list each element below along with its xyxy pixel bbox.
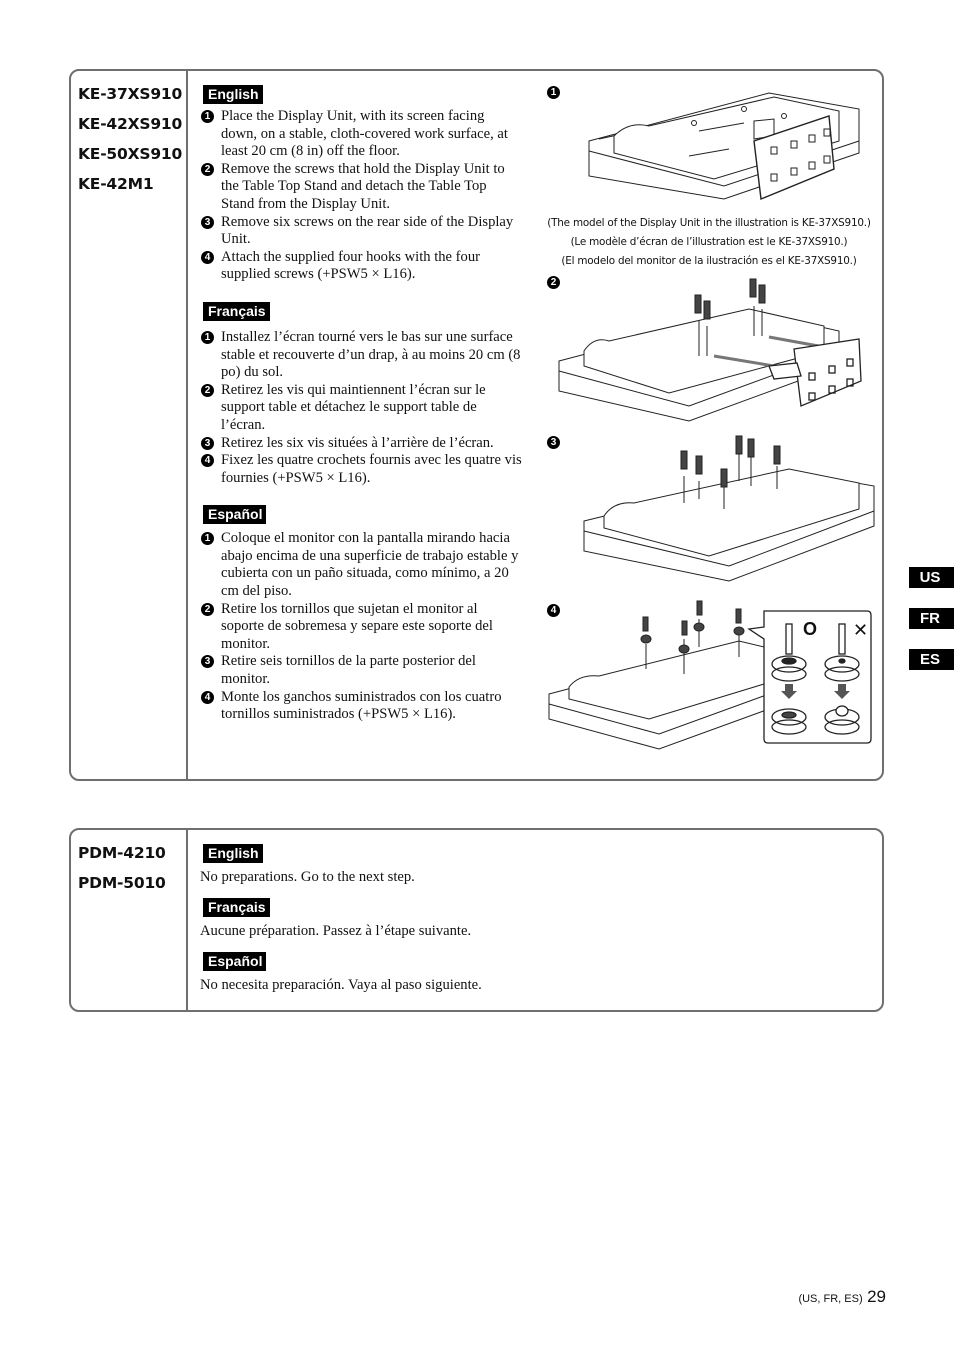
pdm-models-panel: PDM-4210 PDM-5010 English No preparation…	[69, 828, 884, 1012]
english-label: English	[203, 85, 263, 104]
step-number-icon: 2	[201, 602, 214, 616]
remove-rear-screws-illustration	[583, 435, 875, 582]
step-item: 2 Retirez les vis qui maintiennent l’écra…	[200, 382, 522, 435]
ke-models-panel: KE-37XS910 KE-42XS910 KE-50XS910 KE-42M1…	[69, 69, 884, 781]
step-text: Retire seis tornillos de la parte poster…	[221, 653, 476, 688]
step-item: 3 Retire seis tornillos de la parte poste…	[200, 653, 522, 688]
illustration-caption: (The model of the Display Unit in the il…	[539, 214, 879, 271]
step-text: Place the Display Unit, with its screen …	[221, 108, 508, 160]
step-item: 4 Fixez les quatre crochets fournis avec …	[200, 452, 522, 487]
attach-hooks-illustration: O ✕	[548, 600, 872, 750]
step-item: 1 Coloque el monitor con la pantalla mira…	[200, 530, 522, 600]
caption-line-es: (El modelo del monitor de la ilustración…	[561, 255, 857, 267]
francais-label: Français	[203, 301, 270, 321]
step-item: 3 Remove six screws on the rear side of t…	[200, 214, 522, 249]
step-item: 1 Place the Display Unit, with its screen…	[200, 108, 522, 161]
step-item: 4 Monte los ganchos suministrados con los…	[200, 689, 522, 724]
figure-number-icon: 3	[547, 436, 560, 449]
step-number-icon: 3	[201, 655, 214, 669]
side-tab-es: ES	[909, 649, 954, 670]
side-tab-us: US	[909, 567, 954, 588]
step-number-icon: 1	[201, 110, 214, 123]
side-tab-fr: FR	[909, 608, 954, 629]
model-name: PDM-4210	[78, 844, 166, 862]
english-block: English 1 Place the Display Unit, with it…	[200, 85, 522, 284]
espanol-steps: 1 Coloque el monitor con la pantalla mira…	[200, 530, 522, 724]
step-item: 2 Retire los tornillos que sujetan el mon…	[200, 601, 522, 654]
instructions-column: English No preparations. Go to the next …	[200, 844, 522, 1006]
model-name: KE-37XS910	[78, 85, 183, 103]
footer-languages: (US, FR, ES)	[798, 1293, 863, 1305]
display-face-down-illustration	[588, 92, 860, 200]
step-text: Attach the supplied four hooks with the …	[221, 248, 480, 283]
caption-line-en: (The model of the Display Unit in the il…	[547, 217, 871, 229]
english-steps: 1 Place the Display Unit, with its screen…	[200, 108, 522, 284]
model-name: KE-50XS910	[78, 145, 183, 163]
espanol-label: Español	[203, 952, 267, 971]
step-number-icon: 2	[201, 383, 214, 397]
step-number-icon: 1	[201, 532, 214, 546]
step-number-icon: 4	[201, 250, 214, 264]
step-text: Remove the screws that hold the Display …	[221, 160, 505, 212]
figure-number-icon: 1	[547, 86, 560, 99]
caption-line-fr: (Le modèle d’écran de l’illustration est…	[570, 236, 848, 248]
step-item: 2 Remove the screws that hold the Display…	[200, 161, 522, 214]
figure-step-3: 3	[539, 431, 879, 599]
figure-number-icon: 2	[547, 276, 560, 289]
francais-steps: 1 Installez l’écran tourné vers le bas su…	[200, 329, 522, 487]
wrong-mark-icon: ✕	[853, 620, 868, 641]
model-name: PDM-5010	[78, 874, 166, 892]
instructions-column: English 1 Place the Display Unit, with it…	[200, 85, 522, 737]
francais-label: Français	[203, 898, 270, 917]
espanol-text: No necesita preparación. Vaya al paso si…	[200, 977, 482, 993]
step-number-icon: 3	[201, 215, 214, 229]
step-text: Coloque el monitor con la pantalla miran…	[221, 530, 519, 600]
step-text: Installez l’écran tourné vers le bas sur…	[221, 328, 521, 381]
model-name: KE-42XS910	[78, 115, 183, 133]
figure-step-4: 4 O ✕	[539, 599, 879, 759]
step-number-icon: 2	[201, 162, 214, 176]
english-label: English	[203, 844, 263, 863]
english-text: No preparations. Go to the next step.	[200, 869, 415, 885]
figure-step-2: 2	[539, 271, 879, 431]
step-text: Retire los tornillos que sujetan el moni…	[221, 600, 493, 652]
model-name: KE-42M1	[78, 175, 154, 193]
step-text: Remove six screws on the rear side of th…	[221, 213, 514, 248]
step-item: 3 Retirez les six vis situées à l’arrière…	[200, 435, 522, 453]
step-number-icon: 4	[201, 690, 214, 704]
illustrations-column: 1 (The model of the Display Unit in the …	[539, 81, 879, 759]
francais-block: Français 1 Installez l’écran tourné vers …	[200, 301, 522, 487]
page-number: 29	[867, 1287, 886, 1306]
remove-stand-illustration	[558, 278, 862, 422]
correct-mark-icon: O	[803, 619, 817, 639]
step-number-icon: 1	[201, 330, 214, 344]
espanol-label: Español	[203, 505, 267, 525]
step-item: 4 Attach the supplied four hooks with the…	[200, 249, 522, 284]
model-list: PDM-4210 PDM-5010	[71, 830, 188, 1010]
step-text: Retirez les vis qui maintiennent l’écran…	[221, 381, 486, 433]
page-footer: (US, FR, ES) 29	[798, 1287, 886, 1307]
figure-number-icon: 4	[547, 604, 560, 617]
step-number-icon: 4	[201, 454, 214, 468]
step-text: Monte los ganchos suministrados con los …	[221, 688, 502, 723]
step-number-icon: 3	[201, 436, 214, 450]
francais-text: Aucune préparation. Passez à l’étape sui…	[200, 923, 472, 939]
espanol-block: Español 1 Coloque el monitor con la panta…	[200, 505, 522, 724]
model-list: KE-37XS910 KE-42XS910 KE-50XS910 KE-42M1	[71, 71, 188, 779]
step-text: Fixez les quatre crochets fournis avec l…	[221, 452, 522, 486]
step-item: 1 Installez l’écran tourné vers le bas su…	[200, 329, 522, 382]
figure-step-1: 1	[539, 81, 879, 214]
step-text: Retirez les six vis situées à l’arrière …	[221, 434, 494, 451]
